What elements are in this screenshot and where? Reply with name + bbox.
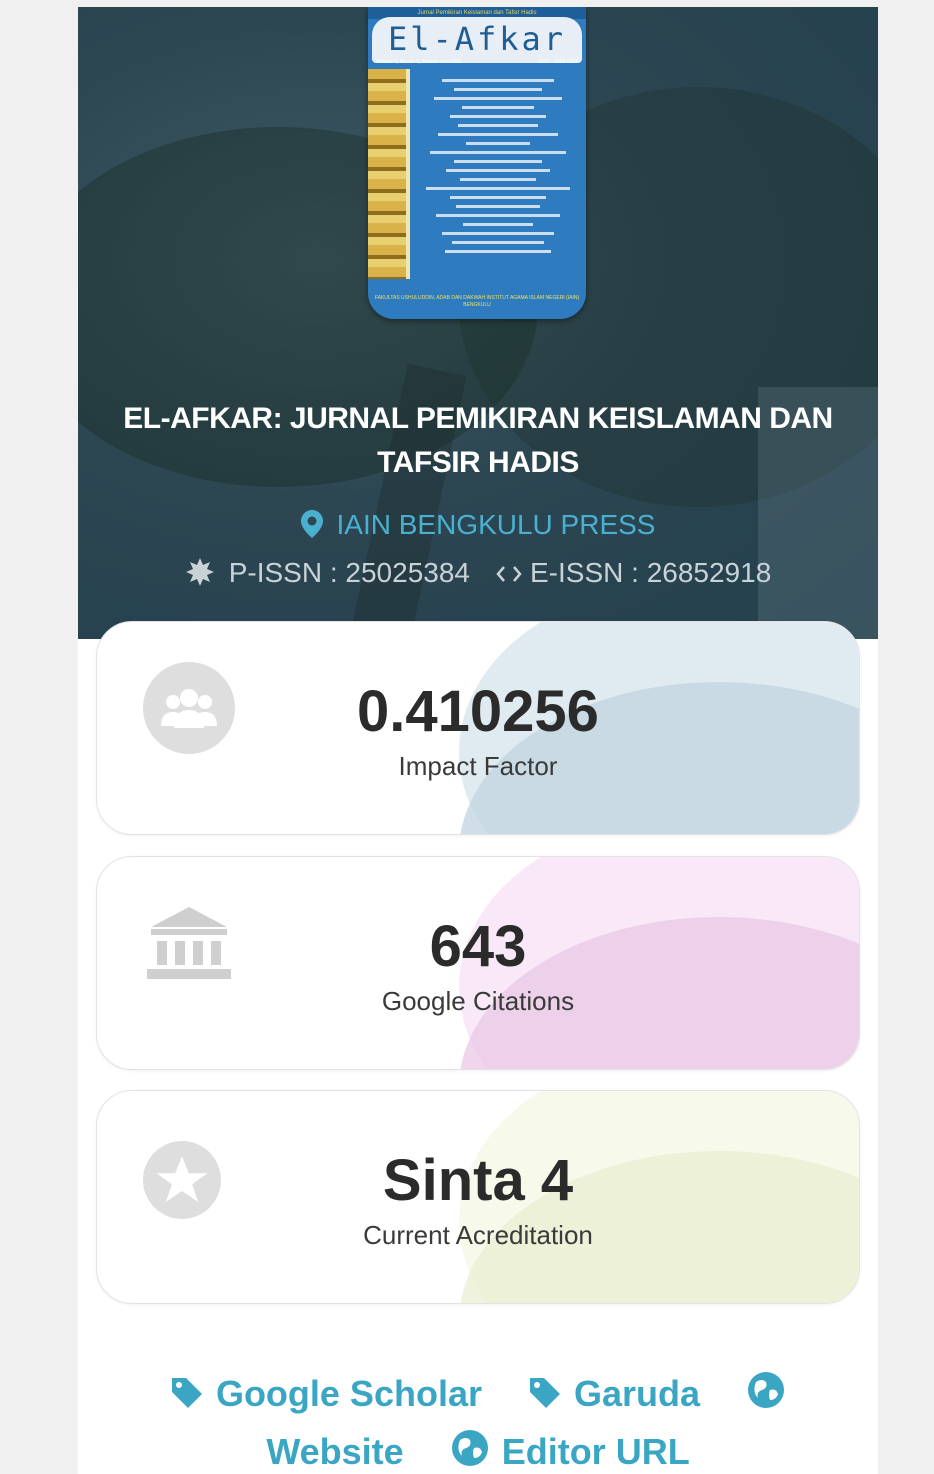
editor-url-link[interactable]: Editor URL	[450, 1423, 690, 1474]
google-citations-label: Google Citations	[381, 986, 575, 1016]
cover-issn: ISSN : 2502-5384	[538, 59, 578, 65]
globe-icon	[748, 1372, 785, 1408]
p-issn: P-ISSN : 25025384	[228, 557, 470, 588]
tag-icon	[171, 1378, 202, 1408]
journal-title: EL-AFKAR: JURNAL PEMIKIRAN KEISLAMAN DAN…	[123, 402, 833, 479]
cover-volume-row: Volume 9, Nomor 1, Januari-Juni 2020 ISS…	[376, 59, 578, 67]
website-link[interactable]: Website	[266, 1423, 403, 1474]
tag-icon	[530, 1378, 560, 1408]
cover-title: El-Afkar	[372, 17, 582, 63]
issn-row: P-ISSN : 25025384 E-ISSN : 26852918	[78, 555, 878, 591]
e-issn: E-ISSN : 26852918	[530, 557, 772, 588]
editor-url-label: Editor URL	[501, 1431, 690, 1472]
accreditation-label: Current Acreditation	[363, 1220, 593, 1250]
accreditation-value: Sinta 4	[382, 1148, 574, 1213]
journal-profile-page: Jurnal Pemikiran Keislaman dan Tafsir Ha…	[78, 7, 878, 1474]
publisher-name: IAIN BENGKULU PRESS	[336, 509, 656, 540]
cover-volume: Volume 9, Nomor 1, Januari-Juni 2020	[376, 59, 462, 65]
journal-cover-image: Jurnal Pemikiran Keislaman dan Tafsir Ha…	[368, 7, 586, 319]
google-scholar-label: Google Scholar	[215, 1373, 482, 1414]
accreditation-card: Sinta 4 Current Acreditation	[96, 1090, 860, 1304]
garuda-label: Garuda	[574, 1373, 701, 1414]
website-label: Website	[266, 1431, 404, 1472]
code-icon	[496, 566, 522, 582]
external-links: Google Scholar Garuda Website Editor URL	[78, 1365, 878, 1474]
cover-footer: FAKULTAS USHULUDDIN, ADAB DAN DAKWAH INS…	[374, 295, 580, 308]
publisher-row[interactable]: IAIN BENGKULU PRESS	[78, 507, 878, 543]
google-scholar-link[interactable]: Google Scholar	[170, 1365, 482, 1423]
impact-factor-label: Impact Factor	[398, 751, 558, 781]
cover-ornament	[368, 69, 406, 279]
location-pin-icon	[300, 510, 323, 538]
cover-divider	[406, 69, 410, 279]
globe-icon	[451, 1430, 488, 1466]
impact-factor-card: 0.410256 Impact Factor	[96, 621, 860, 835]
globe-icon-link[interactable]	[746, 1365, 786, 1423]
garuda-link[interactable]: Garuda	[528, 1365, 700, 1423]
cover-contents-list	[418, 73, 578, 253]
google-citations-card: 643 Google Citations	[96, 856, 860, 1070]
hero-banner: Jurnal Pemikiran Keislaman dan Tafsir Ha…	[78, 7, 878, 639]
google-citations-value: 643	[429, 914, 527, 979]
impact-factor-value: 0.410256	[357, 679, 599, 744]
badge-icon	[185, 558, 214, 586]
